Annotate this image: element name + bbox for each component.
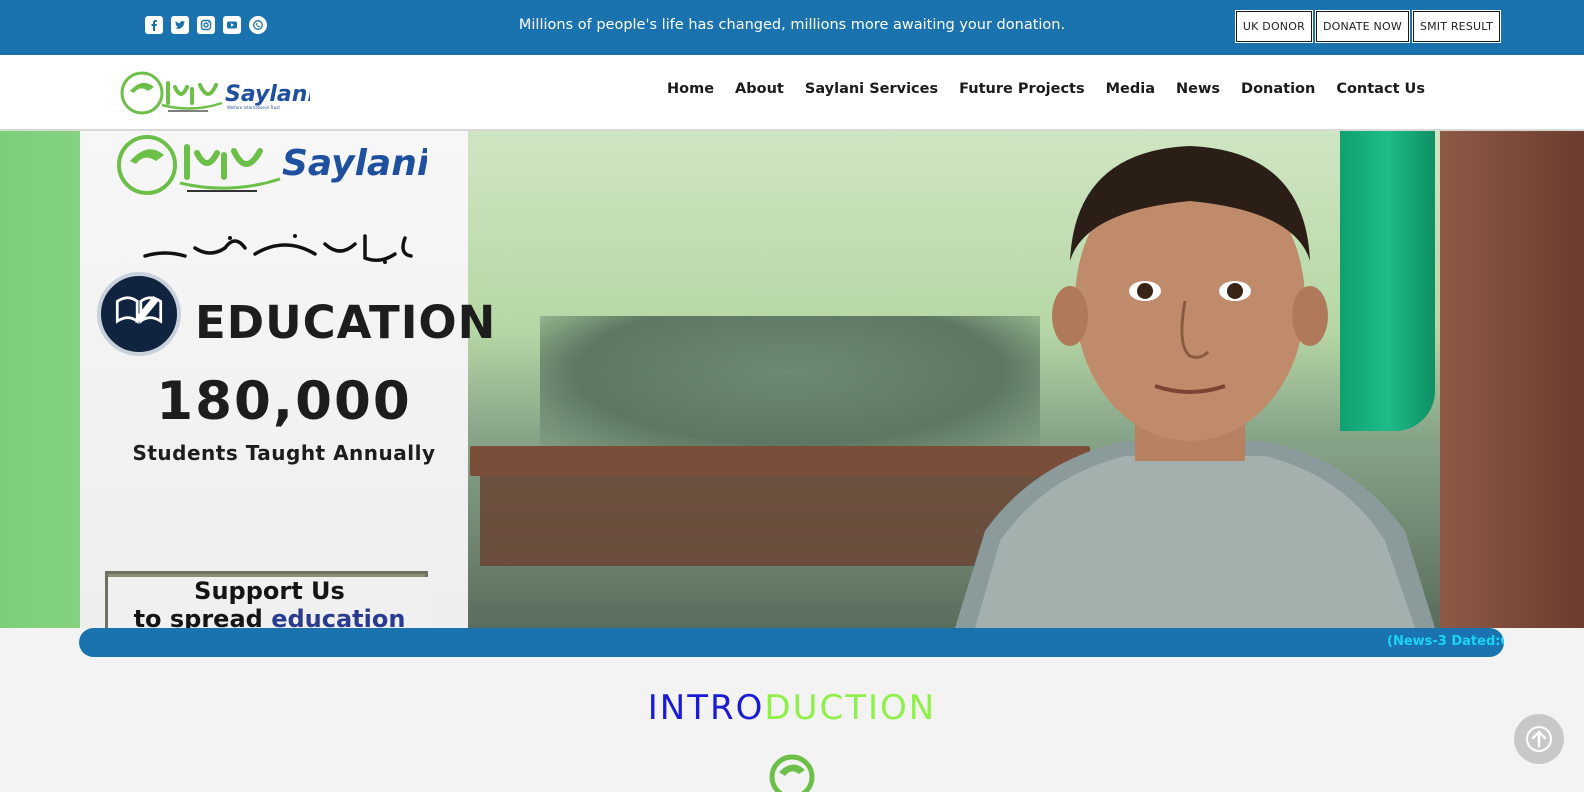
smit-result-button[interactable]: SMIT RESULT	[1411, 10, 1502, 43]
nav-future-projects[interactable]: Future Projects	[959, 81, 1085, 97]
uk-donor-button[interactable]: UK DONOR	[1234, 10, 1313, 43]
main-navbar: Saylani Welfare International Trust Home…	[0, 55, 1584, 131]
donate-now-button[interactable]: DONATE NOW	[1314, 10, 1410, 43]
boy-photo	[955, 146, 1435, 628]
support-line-2-prefix: to spread	[133, 605, 272, 628]
intro-logo-icon	[769, 754, 815, 792]
book-pencil-icon	[97, 272, 181, 356]
support-line-2: to spread education	[108, 605, 431, 628]
nav-donation[interactable]: Donation	[1241, 81, 1315, 97]
nav-media[interactable]: Media	[1106, 81, 1155, 97]
support-line-1: Support Us	[108, 577, 431, 605]
nav-menu: Home About Saylani Services Future Proje…	[667, 81, 1425, 97]
urdu-slogan	[143, 234, 413, 264]
intro-part-1: INTRO	[647, 688, 765, 728]
hero-banner[interactable]: Saylani EDUCATION 180,000 Students Taugh…	[0, 131, 1584, 628]
support-box: Support Us to spread education	[105, 571, 431, 628]
scroll-to-top-button[interactable]	[1514, 714, 1564, 764]
top-buttons: UK DONOR DONATE NOW SMIT RESULT	[1234, 10, 1502, 43]
support-line-2-highlight: education	[271, 605, 406, 628]
saylani-logo-banner: Saylani	[117, 135, 427, 195]
nav-saylani-services[interactable]: Saylani Services	[805, 81, 938, 97]
education-title: EDUCATION	[195, 296, 497, 349]
saylani-logo[interactable]: Saylani Welfare International Trust	[120, 69, 310, 117]
nav-news[interactable]: News	[1176, 81, 1220, 97]
education-panel: Saylani EDUCATION 180,000 Students Taugh…	[80, 131, 495, 628]
nav-home[interactable]: Home	[667, 81, 714, 97]
nav-about[interactable]: About	[735, 81, 784, 97]
news-ticker[interactable]: (News-3 Dated:0	[79, 628, 1504, 657]
students-count-label: Students Taught Annually	[132, 441, 436, 465]
intro-part-2: DUCTION	[764, 688, 937, 728]
svg-text:Welfare International Trust: Welfare International Trust	[227, 105, 280, 110]
wooden-rack	[1440, 131, 1584, 628]
students-count: 180,000	[156, 371, 412, 432]
top-bar: Millions of people's life has changed, m…	[0, 0, 1584, 55]
ticker-text[interactable]: (News-3 Dated:0	[1387, 634, 1504, 649]
nav-contact-us[interactable]: Contact Us	[1336, 81, 1425, 97]
arrow-up-circle-icon	[1526, 726, 1552, 752]
svg-text:Saylani: Saylani	[282, 143, 427, 184]
introduction-heading: INTRODUCTION	[0, 688, 1584, 728]
svg-text:Saylani: Saylani	[225, 82, 310, 107]
